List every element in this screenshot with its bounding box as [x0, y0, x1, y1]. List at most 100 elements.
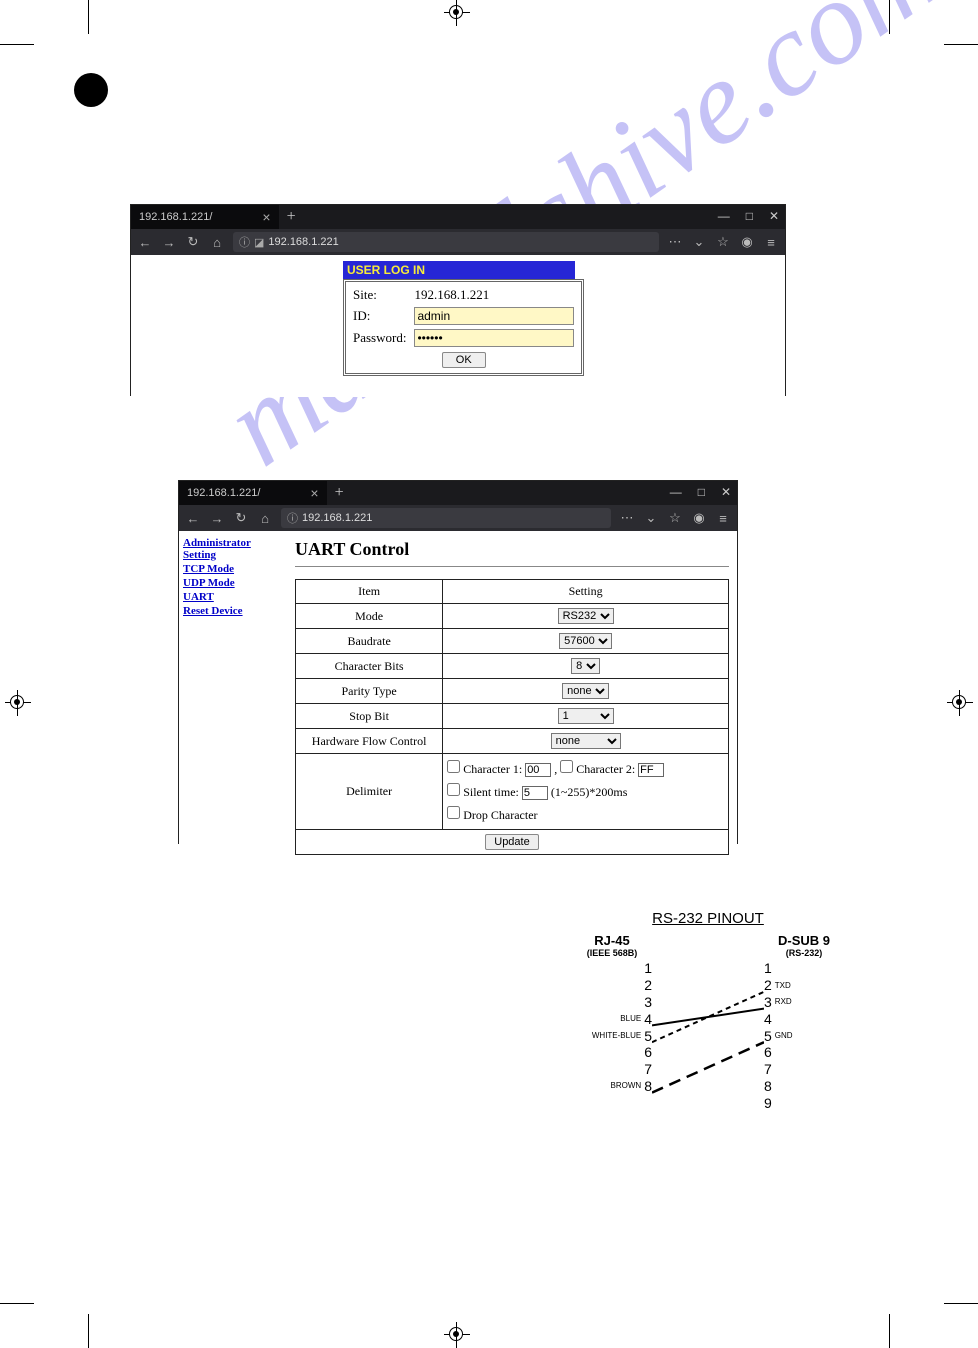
reload-icon[interactable]: ↻: [233, 510, 249, 526]
right-pin-4: 4: [764, 1010, 844, 1027]
left-pin-1: 1: [572, 960, 652, 977]
sidebar-item-admin[interactable]: Administrator Setting: [183, 537, 285, 561]
silent-checkbox[interactable]: [447, 783, 460, 796]
right-pin-6: 6: [764, 1044, 844, 1061]
minimize-button[interactable]: —: [670, 485, 682, 499]
sidebar-item-reset[interactable]: Reset Device: [183, 605, 285, 617]
row-label-mode: Mode: [296, 604, 443, 629]
home-icon[interactable]: ⌂: [257, 511, 273, 526]
char2-checkbox[interactable]: [560, 760, 573, 773]
crop-mark: [0, 44, 34, 45]
stopbit-select[interactable]: 1: [558, 708, 614, 724]
forward-icon[interactable]: →: [161, 235, 177, 250]
registration-mark-icon: [444, 1322, 470, 1348]
url-bar[interactable]: ⓘ ◪ 192.168.1.221: [233, 232, 659, 252]
close-tab-icon[interactable]: ×: [310, 486, 318, 500]
drop-checkbox[interactable]: [447, 806, 460, 819]
back-icon[interactable]: ←: [137, 235, 153, 250]
mode-select[interactable]: RS232: [558, 608, 614, 624]
url-bar[interactable]: ⓘ 192.168.1.221: [281, 508, 611, 528]
bookmark-icon[interactable]: ☆: [715, 234, 731, 250]
wiring-lines: [652, 967, 764, 1119]
maximize-button[interactable]: □: [746, 209, 753, 223]
sidebar-item-tcp[interactable]: TCP Mode: [183, 563, 285, 575]
maximize-button[interactable]: □: [698, 485, 705, 499]
charbits-select[interactable]: 8: [571, 658, 600, 674]
right-pin-1: 1: [764, 960, 844, 977]
window-controls: — □ ✕: [718, 209, 779, 223]
close-window-button[interactable]: ✕: [769, 209, 779, 223]
login-header: USER LOG IN: [343, 261, 575, 279]
browser-window-uart: — □ ✕ 192.168.1.221/ × + ← → ↻ ⌂ ⓘ 192.1…: [178, 480, 738, 844]
reload-icon[interactable]: ↻: [185, 234, 201, 250]
sidebar-item-udp[interactable]: UDP Mode: [183, 577, 285, 589]
update-button[interactable]: Update: [485, 834, 538, 850]
right-pin-9: 9: [764, 1094, 844, 1111]
forward-icon[interactable]: →: [209, 511, 225, 526]
account-icon[interactable]: ◉: [739, 234, 755, 250]
menu-icon[interactable]: ≡: [763, 235, 779, 250]
pocket-icon[interactable]: ⌄: [691, 234, 707, 250]
char1-input[interactable]: [525, 763, 551, 777]
pocket-icon[interactable]: ⌄: [643, 510, 659, 526]
crop-mark: [88, 1314, 89, 1348]
browser-tab[interactable]: 192.168.1.221/ ×: [179, 481, 327, 505]
tab-strip: 192.168.1.221/ × +: [179, 481, 737, 505]
crop-mark: [944, 44, 978, 45]
id-label: ID:: [350, 306, 409, 326]
home-icon[interactable]: ⌂: [209, 235, 225, 250]
pinout-left-column: RJ-45 (IEEE 568B) 1 2 3 BLUE4 WHITE-BLUE…: [572, 933, 652, 1094]
registration-mark-icon: [5, 690, 31, 716]
back-icon[interactable]: ←: [185, 511, 201, 526]
flowcontrol-select[interactable]: none: [551, 733, 621, 749]
left-pin-2: 2: [572, 977, 652, 994]
site-favicon-icon: ◪: [254, 236, 264, 249]
crop-mark: [944, 1303, 978, 1304]
id-input[interactable]: [414, 307, 574, 325]
right-pin-5: 5GND: [764, 1027, 844, 1044]
new-tab-button[interactable]: +: [327, 484, 352, 502]
close-tab-icon[interactable]: ×: [262, 210, 270, 224]
silent-label: Silent time:: [463, 785, 519, 799]
left-pin-4: BLUE4: [572, 1010, 652, 1027]
right-pin-7: 7: [764, 1061, 844, 1078]
drop-label: Drop Character: [463, 808, 537, 822]
more-icon[interactable]: ⋯: [619, 510, 635, 526]
account-icon[interactable]: ◉: [691, 510, 707, 526]
browser-tab[interactable]: 192.168.1.221/ ×: [131, 205, 279, 229]
menu-icon[interactable]: ≡: [715, 511, 731, 526]
url-text: 192.168.1.221: [268, 236, 338, 248]
tab-title: 192.168.1.221/: [139, 211, 212, 223]
right-pin-3: 3RXD: [764, 994, 844, 1011]
window-controls: — □ ✕: [670, 485, 731, 499]
left-pin-8: BROWN8: [572, 1078, 652, 1095]
page-bullet-icon: [74, 73, 108, 107]
right-pin-2: 2TXD: [764, 977, 844, 994]
col-setting: Setting: [443, 580, 729, 604]
sidebar-item-uart[interactable]: UART: [183, 591, 285, 603]
row-label-stop: Stop Bit: [296, 704, 443, 729]
tab-strip: 192.168.1.221/ × +: [131, 205, 785, 229]
right-pin-8: 8: [764, 1078, 844, 1095]
left-pin-6: 6: [572, 1044, 652, 1061]
ok-button[interactable]: OK: [442, 352, 486, 368]
silent-input[interactable]: [522, 786, 548, 800]
minimize-button[interactable]: —: [718, 209, 730, 223]
parity-select[interactable]: none: [562, 683, 609, 699]
char1-label: Character 1:: [463, 762, 522, 776]
char1-checkbox[interactable]: [447, 760, 460, 773]
char2-input[interactable]: [638, 763, 664, 777]
page-content-login: USER LOG IN Site: 192.168.1.221 ID: Pass…: [131, 255, 785, 397]
more-icon[interactable]: ⋯: [667, 234, 683, 250]
password-input[interactable]: [414, 329, 574, 347]
silent-suffix: (1~255)*200ms: [551, 785, 628, 799]
close-window-button[interactable]: ✕: [721, 485, 731, 499]
col-item: Item: [296, 580, 443, 604]
toolbar: ← → ↻ ⌂ ⓘ 192.168.1.221 ⋯ ⌄ ☆ ◉ ≡: [179, 505, 737, 531]
row-label-baud: Baudrate: [296, 629, 443, 654]
password-label: Password:: [350, 328, 409, 348]
bookmark-icon[interactable]: ☆: [667, 510, 683, 526]
new-tab-button[interactable]: +: [279, 208, 304, 226]
url-text: 192.168.1.221: [302, 512, 372, 524]
baudrate-select[interactable]: 57600: [559, 633, 612, 649]
